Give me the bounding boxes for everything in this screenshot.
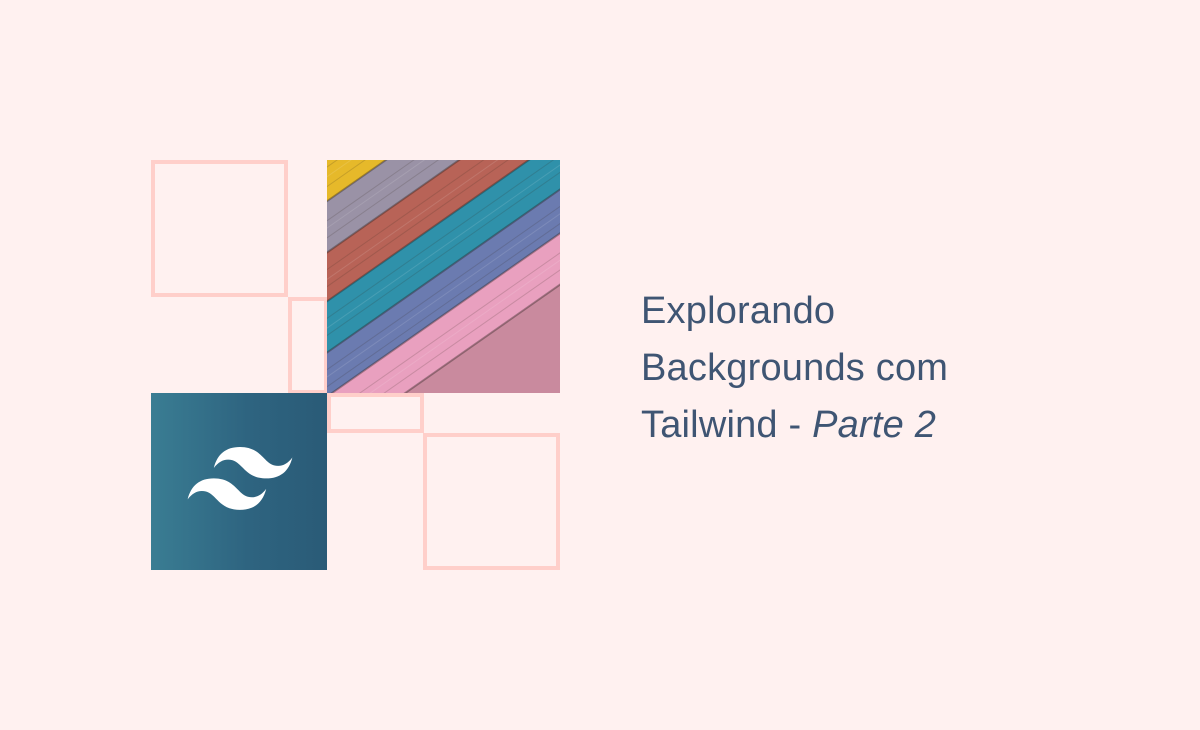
- title-line-1: Explorando: [641, 290, 836, 332]
- striped-wood-texture: [327, 160, 560, 393]
- outline-square-middle-center: [327, 393, 424, 433]
- outline-square-top-left: [151, 160, 288, 297]
- outline-square-bottom-right: [423, 433, 560, 570]
- tailwind-logo-tile: [151, 393, 327, 570]
- tailwind-logo-icon: [187, 447, 293, 510]
- title-line-3: Tailwind - Parte 2: [641, 397, 1181, 454]
- title-line-2: Backgrounds com: [641, 347, 949, 389]
- outline-square-middle-left: [288, 297, 328, 394]
- article-title: Explorando Backgrounds com Tailwind - Pa…: [641, 283, 1181, 454]
- title-line-3-italic: Parte 2: [812, 404, 937, 446]
- striped-wood-image: [327, 160, 560, 393]
- title-line-3-prefix: Tailwind -: [641, 404, 813, 446]
